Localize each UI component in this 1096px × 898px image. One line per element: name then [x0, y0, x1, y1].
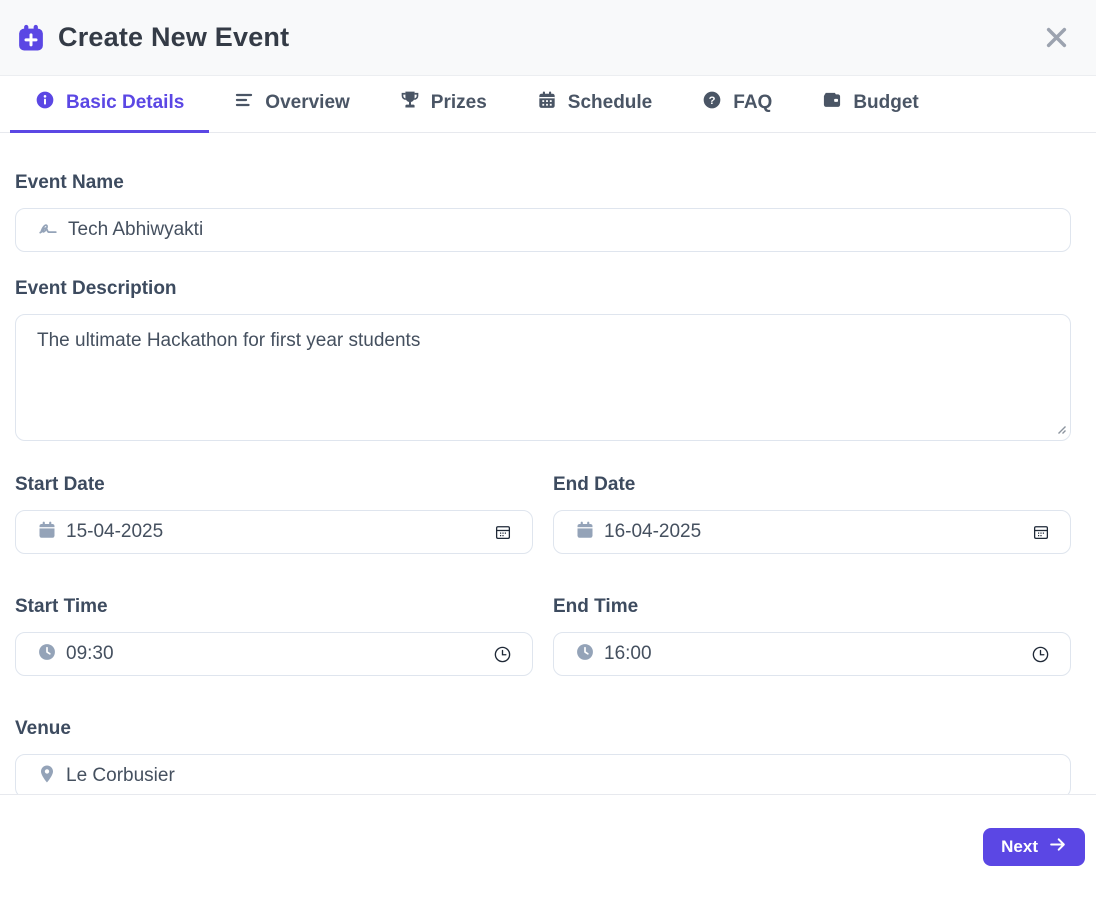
- clock-icon: [37, 642, 57, 667]
- calendar-plus-icon: [16, 23, 46, 53]
- arrow-right-icon: [1048, 835, 1067, 859]
- calendar-icon: [37, 520, 57, 545]
- start-time-group: Start Time: [15, 596, 533, 676]
- calendar-grid-icon: [537, 90, 557, 116]
- start-time-input[interactable]: [66, 643, 484, 665]
- date-row: Start Date 15-04-2025 End Date 16-04-202…: [15, 474, 1071, 554]
- tab-prizes[interactable]: Prizes: [375, 76, 512, 133]
- start-time-field: [15, 632, 533, 676]
- page-title: Create New Event: [58, 22, 290, 52]
- calendar-icon: [575, 520, 595, 545]
- tab-budget[interactable]: Budget: [797, 76, 943, 133]
- venue-label: Venue: [15, 718, 71, 739]
- tab-label: Prizes: [430, 92, 487, 113]
- align-left-icon: [234, 90, 254, 116]
- venue-group: Venue: [15, 718, 1071, 794]
- map-pin-icon: [37, 764, 57, 789]
- time-row: Start Time 09:30 End Time 16:00: [15, 596, 1071, 676]
- venue-input[interactable]: [66, 765, 1050, 787]
- form-content: Event Name Event Description The ultimat…: [0, 133, 1096, 795]
- end-time-input[interactable]: [604, 643, 1022, 665]
- tab-label: FAQ: [733, 92, 773, 113]
- event-description-input[interactable]: The ultimate Hackathon for first year st…: [15, 314, 1071, 441]
- next-button-label: Next: [1001, 837, 1038, 856]
- tab-basic-details[interactable]: Basic Details: [10, 76, 210, 133]
- question-circle-icon: ?: [702, 90, 722, 116]
- event-name-label: Event Name: [15, 172, 124, 193]
- end-date-label: End Date: [553, 474, 636, 495]
- create-event-modal: Create New Event Basic Details Overview …: [0, 0, 1096, 898]
- end-time-label: End Time: [553, 596, 639, 617]
- tab-label: Budget: [853, 92, 919, 113]
- info-circle-icon: [35, 90, 55, 116]
- tab-overview[interactable]: Overview: [209, 76, 375, 133]
- tab-schedule[interactable]: Schedule: [512, 76, 677, 133]
- tab-label: Overview: [265, 92, 350, 113]
- start-date-input[interactable]: [66, 521, 485, 543]
- start-time-label: Start Time: [15, 596, 108, 617]
- event-name-group: Event Name: [15, 172, 1071, 252]
- start-date-field: [15, 510, 533, 554]
- tab-label: Schedule: [567, 92, 653, 113]
- close-icon[interactable]: [1040, 22, 1072, 54]
- end-date-group: End Date: [553, 474, 1071, 554]
- trophy-icon: [400, 90, 420, 116]
- end-time-field: [553, 632, 1071, 676]
- event-description-label: Event Description: [15, 278, 177, 299]
- modal-footer: Next: [0, 795, 1096, 898]
- tab-faq[interactable]: ? FAQ: [677, 76, 797, 133]
- venue-field: [15, 754, 1071, 794]
- time-picker-icon[interactable]: [1031, 645, 1050, 664]
- date-picker-icon[interactable]: [494, 523, 512, 541]
- signature-icon: [37, 217, 59, 244]
- event-name-input[interactable]: [68, 219, 1050, 241]
- start-date-group: Start Date: [15, 474, 533, 554]
- time-picker-icon[interactable]: [493, 645, 512, 664]
- tab-label: Basic Details: [66, 92, 185, 113]
- start-date-label: Start Date: [15, 474, 105, 495]
- end-time-group: End Time: [553, 596, 1071, 676]
- end-date-input[interactable]: [604, 521, 1023, 543]
- event-name-field: [15, 208, 1071, 252]
- tab-bar: Basic Details Overview Prizes Schedule ?…: [0, 76, 1096, 133]
- clock-icon: [575, 642, 595, 667]
- svg-text:?: ?: [709, 95, 716, 107]
- event-description-group: Event Description The ultimate Hackathon…: [15, 278, 1071, 446]
- modal-header: Create New Event: [0, 0, 1096, 76]
- next-button[interactable]: Next: [983, 828, 1085, 866]
- date-picker-icon[interactable]: [1032, 523, 1050, 541]
- end-date-field: [553, 510, 1071, 554]
- wallet-icon: [822, 90, 842, 116]
